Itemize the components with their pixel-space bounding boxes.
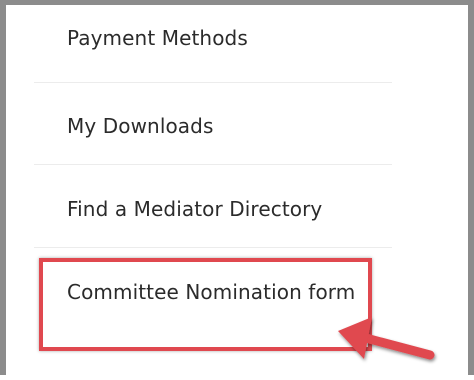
menu-item-label: Payment Methods <box>67 26 248 50</box>
menu-item-payment-methods[interactable]: Payment Methods <box>34 0 392 83</box>
menu-item-find-a-mediator-directory[interactable]: Find a Mediator Directory <box>34 165 392 248</box>
menu-item-label: Committee Nomination form <box>67 280 356 304</box>
menu-item-committee-nomination-form[interactable]: Committee Nomination form <box>34 248 392 380</box>
window-frame: Payment Methods My Downloads Find a Medi… <box>0 0 474 375</box>
menu-item-label: Find a Mediator Directory <box>67 197 323 221</box>
menu-item-my-downloads[interactable]: My Downloads <box>34 83 392 165</box>
menu-item-label: My Downloads <box>67 114 214 138</box>
